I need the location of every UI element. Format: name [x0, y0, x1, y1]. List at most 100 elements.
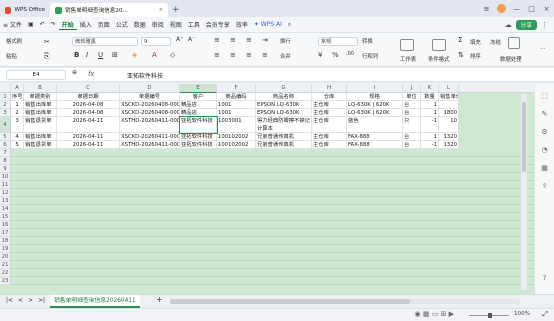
row-header-17[interactable]: 17: [0, 229, 11, 237]
cond-format-button[interactable]: 条件格式: [428, 55, 450, 63]
wps-ai-button[interactable]: ✦ WPS AI: [251, 21, 285, 28]
table-cell[interactable]: 主仓库: [312, 117, 347, 133]
tab-tools[interactable]: 工具: [185, 20, 203, 29]
minimize-icon[interactable]: —: [509, 5, 524, 13]
table-cell[interactable]: XSTHD-20260411-0006: [120, 117, 180, 133]
tab-formula[interactable]: 公式: [113, 20, 131, 29]
convert-button[interactable]: 转换: [362, 37, 373, 45]
row-header-10[interactable]: 10: [0, 173, 11, 181]
table-cell[interactable]: FAX-888: [347, 141, 403, 149]
table-cell[interactable]: EPSON LQ-630K: [256, 109, 312, 117]
close-tab-icon[interactable]: ×: [159, 7, 163, 13]
table-cell[interactable]: 兄弟普通传真机: [256, 133, 312, 141]
table-cell[interactable]: 100102002: [217, 141, 256, 149]
column-header-c[interactable]: C: [57, 84, 120, 93]
table-cell[interactable]: 2026-04-08: [57, 109, 120, 117]
vertical-scrollbar[interactable]: [521, 94, 527, 290]
row-header-15[interactable]: 15: [0, 213, 11, 221]
column-header-e[interactable]: E: [180, 84, 217, 93]
spreadsheet-grid[interactable]: ABCDEFGHIJKL 1 2 3 4 5 6 7 8 9 10 11 12 13 14 15 16 17 18…: [0, 84, 534, 294]
table-cell[interactable]: 销售退货单: [24, 117, 57, 133]
properties-icon[interactable]: ⚙: [540, 128, 549, 137]
row-header-4[interactable]: 4: [0, 117, 11, 133]
maximize-icon[interactable]: □: [524, 5, 539, 13]
style-icon[interactable]: ✎: [540, 110, 549, 119]
table-cell[interactable]: 兄弟普通传真机: [256, 141, 312, 149]
tab-efficiency[interactable]: 效率: [233, 20, 251, 29]
column-header-j[interactable]: J: [403, 84, 421, 93]
table-cell[interactable]: 亚拓软件科技: [180, 141, 217, 149]
table-cell[interactable]: 1: [421, 101, 439, 109]
table-cell[interactable]: 1800: [439, 109, 459, 117]
table-cell[interactable]: -1: [421, 117, 439, 133]
table-cell[interactable]: 3: [11, 117, 24, 133]
next-sheet-icon[interactable]: >: [28, 297, 33, 304]
italic-icon[interactable]: I: [86, 51, 88, 59]
column-header-d[interactable]: D: [120, 84, 180, 93]
help-icon[interactable]: ?: [540, 274, 549, 283]
row-header-5[interactable]: 5: [0, 133, 11, 141]
align-left-icon[interactable]: ≡: [214, 51, 220, 59]
freeze-button[interactable]: 冻结: [490, 38, 501, 46]
table-cell[interactable]: LQ-630K | 620K: [347, 109, 403, 117]
more-tools-icon[interactable]: …: [540, 45, 545, 51]
table-cell[interactable]: 台: [403, 109, 421, 117]
worksheet-button[interactable]: 工作表: [400, 55, 416, 63]
undo-icon[interactable]: ↶: [37, 21, 48, 28]
column-header-k[interactable]: K: [421, 84, 439, 93]
menu-icon[interactable]: ≡: [479, 5, 494, 13]
copy-icon[interactable]: ⎘: [44, 52, 50, 61]
share-button[interactable]: 分享: [515, 20, 537, 30]
zoom-slider[interactable]: [469, 313, 509, 318]
first-sheet-icon[interactable]: |<: [6, 297, 13, 304]
rows-cols-button[interactable]: 行和列: [362, 52, 378, 60]
table-cell[interactable]: 精品店: [180, 101, 217, 109]
table-cell[interactable]: 台: [403, 133, 421, 141]
merge-button[interactable]: 合并: [280, 52, 291, 60]
number-format-select[interactable]: 常规: [318, 37, 358, 46]
column-header-f[interactable]: F: [217, 84, 256, 93]
header-cell[interactable]: 客户: [180, 93, 217, 101]
header-cell[interactable]: 商品编码: [217, 93, 256, 101]
table-cell[interactable]: 1: [421, 133, 439, 141]
row-header-18[interactable]: 18: [0, 237, 11, 245]
tab-view[interactable]: 视图: [167, 20, 185, 29]
zoom-slider-knob[interactable]: [488, 313, 492, 318]
horizontal-scrollbar[interactable]: [170, 299, 520, 304]
fill-color-icon[interactable]: ◈: [132, 51, 137, 59]
row-header-16[interactable]: 16: [0, 221, 11, 229]
avatar[interactable]: [497, 4, 506, 13]
table-cell[interactable]: 主仓库: [312, 101, 347, 109]
tab-data[interactable]: 数据: [131, 20, 149, 29]
clear-icon[interactable]: ◇: [170, 51, 175, 59]
border-icon[interactable]: ⊞: [112, 51, 118, 59]
tab-home[interactable]: 开始: [58, 20, 77, 30]
header-cell[interactable]: 商品名称: [256, 93, 312, 101]
fill-button[interactable]: 填充: [470, 38, 481, 46]
bold-icon[interactable]: B: [74, 51, 79, 59]
last-sheet-icon[interactable]: >|: [38, 297, 45, 304]
table-cell[interactable]: 主仓库: [312, 141, 347, 149]
table-cell[interactable]: 得力经典防霉擦不掉记账本计算本: [256, 117, 312, 133]
row-header-21[interactable]: 21: [0, 261, 11, 269]
column-header-g[interactable]: G: [256, 84, 312, 93]
align-top-icon[interactable]: ≡: [214, 36, 220, 44]
column-header-h[interactable]: H: [312, 84, 347, 93]
table-cell[interactable]: 销售出库单: [24, 109, 57, 117]
header-cell[interactable]: 单位: [403, 93, 421, 101]
share-doc-icon[interactable]: ⇪: [540, 182, 549, 191]
font-grow-icon[interactable]: A⁺: [176, 36, 183, 43]
search-icon[interactable]: ⌕: [285, 21, 294, 29]
table-cell[interactable]: 销售退货单: [24, 141, 57, 149]
column-header-l[interactable]: L: [439, 84, 459, 93]
horizontal-scroll-thumb[interactable]: [170, 299, 410, 304]
paste-button[interactable]: 粘贴: [6, 52, 17, 60]
row-header-19[interactable]: 19: [0, 245, 11, 253]
header-cell[interactable]: 单据日期: [57, 93, 120, 101]
tab-member[interactable]: 会员专享: [203, 20, 233, 29]
indent-icon[interactable]: ⇥: [262, 36, 268, 44]
table-cell[interactable]: 主仓库: [312, 109, 347, 117]
select-icon[interactable]: ⬚: [540, 92, 549, 101]
view-mode-icons[interactable]: ◉ ▦ ▭ ⊞ ▶: [415, 310, 454, 318]
add-sheet-icon[interactable]: +: [156, 295, 163, 304]
